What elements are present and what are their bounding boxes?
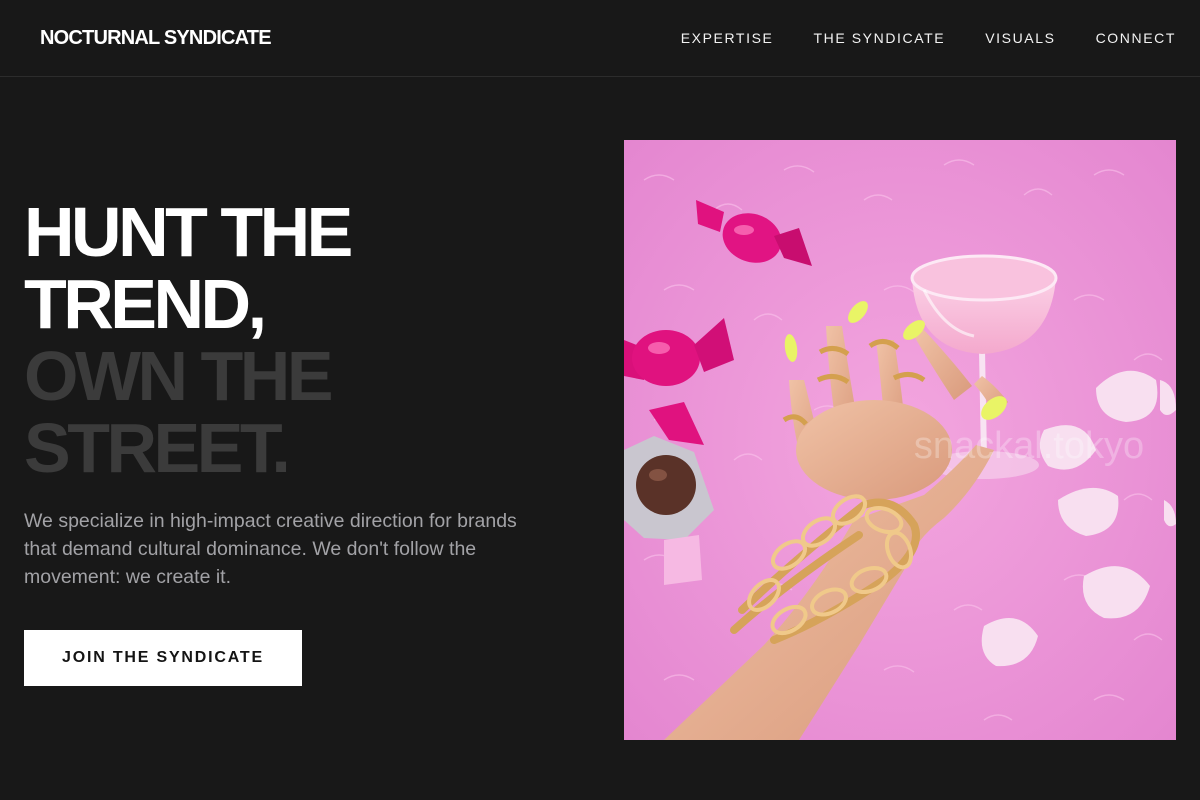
join-syndicate-button[interactable]: JOIN THE SYNDICATE [24, 630, 302, 686]
headline-line-1: HUNT THE [24, 193, 353, 271]
headline-line-4: STREET. [24, 409, 291, 487]
headline-line-2: TREND, [24, 265, 267, 343]
image-watermark: snackal.tokyo [914, 425, 1144, 467]
headline-line-3: OWN THE [24, 337, 334, 415]
top-navbar: NOCTURNAL SYNDICATE EXPERTISE THE SYNDIC… [0, 0, 1200, 77]
nav-link-visuals[interactable]: VISUALS [985, 30, 1055, 46]
nav-link-the-syndicate[interactable]: THE SYNDICATE [813, 30, 945, 46]
hero-description: We specialize in high-impact creative di… [24, 510, 517, 588]
main-menu: EXPERTISE THE SYNDICATE VISUALS CONNECT [681, 30, 1176, 46]
nav-link-expertise[interactable]: EXPERTISE [681, 30, 774, 46]
nav-link-connect[interactable]: CONNECT [1096, 30, 1176, 46]
hero-image: snackal.tokyo [624, 140, 1176, 740]
brand-logo[interactable]: NOCTURNAL SYNDICATE [40, 27, 272, 50]
hero-headline: HUNT THE TREND, OWN THE STREET. [24, 196, 584, 484]
hero-image-illustration: snackal.tokyo [624, 140, 1176, 740]
